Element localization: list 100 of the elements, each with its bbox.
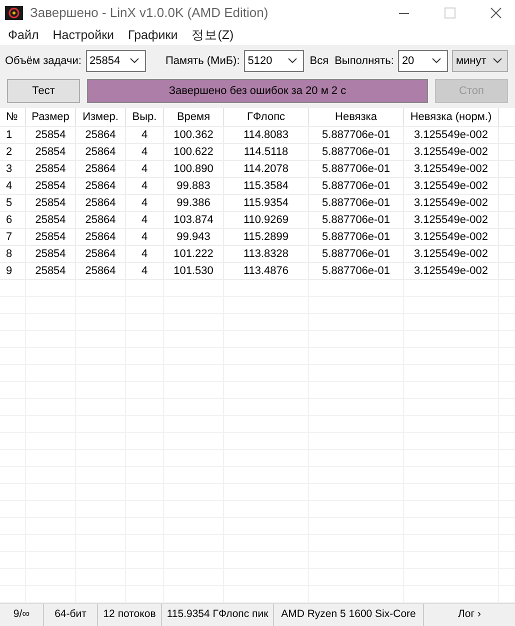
table-cell: 99.883 (164, 178, 224, 194)
table-cell: 25864 (76, 195, 126, 211)
table-cell: 5 (0, 195, 26, 211)
status-field: 12 потоков (98, 604, 162, 626)
combo-box[interactable]: 5120 (244, 50, 304, 72)
status-field: 115.9354 ГФлопс пик (162, 604, 274, 626)
table-cell: 25864 (76, 161, 126, 177)
table-cell: 99.386 (164, 195, 224, 211)
table-cell: 4 (126, 144, 164, 160)
table-cell: 99.943 (164, 229, 224, 245)
table-cell: 4 (0, 178, 26, 194)
table-cell: 25864 (76, 178, 126, 194)
table-cell: 113.4876 (224, 263, 309, 279)
table-cell: 25854 (26, 161, 76, 177)
table-cell: 3.125549e-002 (404, 212, 499, 228)
table-cell: 113.8328 (224, 246, 309, 262)
table-cell: 114.5118 (224, 144, 309, 160)
table-cell: 3.125549e-002 (404, 246, 499, 262)
window-title: Завершено - LinX v1.0.0K (AMD Edition) (30, 4, 270, 22)
table-cell: 5.887706e-01 (309, 144, 404, 160)
field-label: Выполнять: (334, 54, 394, 69)
table-cell: 5.887706e-01 (309, 178, 404, 194)
menu-item[interactable]: Настройки (52, 26, 114, 45)
field-label: Память (МиБ): (166, 54, 240, 69)
table-cell: 5.887706e-01 (309, 229, 404, 245)
table-cell: 5.887706e-01 (309, 263, 404, 279)
test-button[interactable]: Тест (7, 79, 80, 103)
column-header[interactable]: Невязка (309, 108, 404, 126)
menu-item[interactable]: 정보(Z) (192, 26, 234, 45)
combo-box[interactable]: 25854 (86, 50, 146, 72)
close-icon[interactable] (490, 7, 502, 19)
table-cell: 5.887706e-01 (309, 195, 404, 211)
table-cell: 100.890 (164, 161, 224, 177)
table-cell: 25864 (76, 263, 126, 279)
table-cell: 8 (0, 246, 26, 262)
caret-icon (130, 58, 138, 64)
table-cell: 25854 (26, 195, 76, 211)
column-header[interactable]: ГФлопс (224, 108, 309, 126)
table-cell: 115.2899 (224, 229, 309, 245)
status-field: AMD Ryzen 5 1600 Six-Core (274, 604, 424, 626)
table-cell: 100.622 (164, 144, 224, 160)
table-cell: 25864 (76, 246, 126, 262)
menu-item[interactable]: Файл (8, 26, 39, 45)
column-header[interactable]: Выр. (126, 108, 164, 126)
table-cell: 25864 (76, 144, 126, 160)
column-header[interactable]: Невязка (норм.) (404, 108, 499, 126)
table-cell: 101.530 (164, 263, 224, 279)
table-cell: 3 (0, 161, 26, 177)
table-cell: 25864 (76, 229, 126, 245)
caret-icon (492, 58, 502, 64)
table-cell: 1 (0, 127, 26, 143)
table-cell: 4 (126, 195, 164, 211)
table-cell: 100.362 (164, 127, 224, 143)
column-header[interactable]: Измер. (76, 108, 126, 126)
table-cell: 6 (0, 212, 26, 228)
table-cell: 25854 (26, 212, 76, 228)
table-cell: 101.222 (164, 246, 224, 262)
table-cell: 3.125549e-002 (404, 263, 499, 279)
table-cell: 25864 (76, 212, 126, 228)
table-cell: 103.874 (164, 212, 224, 228)
table-cell: 3.125549e-002 (404, 178, 499, 194)
table-cell: 3.125549e-002 (404, 127, 499, 143)
table-cell: 25854 (26, 127, 76, 143)
table-cell: 4 (126, 263, 164, 279)
table-cell: 4 (126, 161, 164, 177)
status-field: 64-бит (44, 604, 98, 626)
unit-dropdown[interactable]: минут (452, 50, 508, 72)
table-cell: 5.887706e-01 (309, 212, 404, 228)
table-cell: 25854 (26, 178, 76, 194)
progress-status: Завершено без ошибок за 20 м 2 с (168, 84, 348, 99)
table-cell: 25864 (76, 127, 126, 143)
caret-icon (432, 58, 441, 64)
table-cell: 3.125549e-002 (404, 161, 499, 177)
table-cell: 4 (126, 229, 164, 245)
table-cell: 25854 (26, 144, 76, 160)
table-cell: 114.8083 (224, 127, 309, 143)
table-cell: 4 (126, 127, 164, 143)
table-cell: 4 (126, 212, 164, 228)
table-cell: 4 (126, 246, 164, 262)
caret-icon (288, 58, 297, 64)
table-cell: 25854 (26, 229, 76, 245)
table-cell: 5.887706e-01 (309, 161, 404, 177)
table-cell: 115.9354 (224, 195, 309, 211)
field-label: Объём задачи: (5, 54, 82, 69)
table-cell: 7 (0, 229, 26, 245)
combo-box[interactable]: 20 (398, 50, 448, 72)
status-field[interactable]: Лог › (424, 604, 515, 626)
table-cell: 25854 (26, 246, 76, 262)
status-field: 9/∞ (0, 604, 44, 626)
menu-item[interactable]: Графики (128, 26, 178, 45)
table-cell: 25854 (26, 263, 76, 279)
table-cell: 4 (126, 178, 164, 194)
table-cell: 110.9269 (224, 212, 309, 228)
table-cell: 3.125549e-002 (404, 229, 499, 245)
table-cell: 3.125549e-002 (404, 195, 499, 211)
column-header[interactable]: Время (164, 108, 224, 126)
table-cell: 114.2078 (224, 161, 309, 177)
column-header[interactable]: Размер (26, 108, 76, 126)
column-header[interactable]: № (0, 108, 26, 126)
table-cell: 5.887706e-01 (309, 246, 404, 262)
